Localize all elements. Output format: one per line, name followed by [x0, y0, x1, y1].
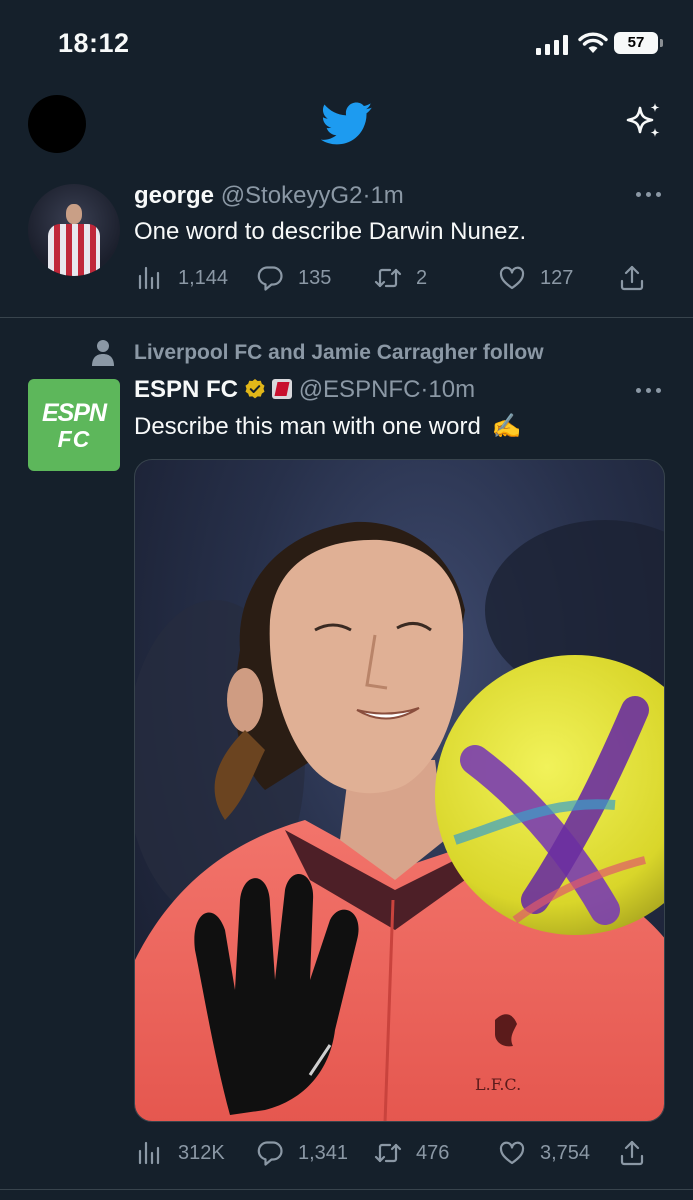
espn-e-icon[interactable]	[272, 378, 293, 399]
reply-button[interactable]: 135	[256, 263, 331, 293]
handle[interactable]: @ESPNFC	[299, 376, 421, 403]
espn-logo-subtext: FC	[57, 426, 91, 452]
share-icon	[620, 1140, 644, 1166]
tweet-text: Describe this man with one word ✍️	[134, 412, 521, 441]
reply-count: 1,341	[298, 1141, 349, 1164]
more-icon[interactable]	[636, 388, 662, 396]
tweet-media-image[interactable]: L.F.C.	[134, 459, 665, 1122]
reply-count: 135	[298, 266, 332, 289]
reply-icon	[257, 1141, 283, 1166]
sparkle-icon[interactable]	[622, 100, 666, 144]
like-button[interactable]: 3,754	[498, 1138, 590, 1168]
tweet-actions: 1,144 135 2 127	[136, 263, 656, 293]
timestamp[interactable]: 10m	[428, 376, 475, 403]
tweet-text-body: Describe this man with one word	[134, 413, 481, 440]
tweet[interactable]: Liverpool FC and Jamie Carragher follow …	[0, 318, 693, 1190]
wifi-icon	[578, 32, 608, 53]
tweet-actions: 312K 1,341 476 3,754	[136, 1138, 656, 1168]
display-name[interactable]: george	[134, 182, 214, 209]
share-button[interactable]	[618, 1138, 646, 1168]
espn-logo-text: ESPN	[41, 399, 107, 427]
social-context-text[interactable]: Liverpool FC and Jamie Carragher follow	[134, 341, 544, 365]
twitter-bird-icon[interactable]	[321, 102, 373, 146]
retweet-icon	[374, 1143, 402, 1163]
retweet-count: 2	[416, 266, 428, 289]
retweet-icon	[374, 268, 402, 288]
views-icon	[138, 266, 160, 290]
retweet-button[interactable]: 476	[374, 1138, 449, 1168]
tweet-header: george @StokeyyG2·1m	[134, 182, 404, 210]
account-avatar[interactable]	[28, 95, 86, 153]
handle[interactable]: @StokeyyG2	[221, 182, 363, 209]
like-count: 3,754	[540, 1141, 591, 1164]
avatar[interactable]	[28, 184, 120, 276]
views-button[interactable]: 312K	[136, 1138, 225, 1168]
top-navigation	[0, 90, 693, 158]
person-icon	[92, 340, 114, 366]
signal-icon	[536, 35, 568, 55]
tweet-header: ESPN FC @ESPNFC·10m	[134, 376, 475, 404]
like-button[interactable]: 127	[498, 263, 573, 293]
retweet-count: 476	[416, 1141, 450, 1164]
player-photo: L.F.C.	[135, 520, 664, 1121]
views-icon	[138, 1141, 160, 1165]
more-icon[interactable]	[636, 192, 662, 200]
status-bar: 18:12 57	[0, 0, 693, 90]
display-name[interactable]: ESPN FC	[134, 376, 238, 403]
like-icon	[499, 266, 525, 290]
battery-icon: 57	[614, 32, 663, 54]
timestamp[interactable]: 1m	[370, 182, 403, 209]
avatar[interactable]: ESPN FC	[28, 379, 120, 471]
tweet[interactable]: george @StokeyyG2·1m One word to describ…	[0, 168, 693, 318]
views-count: 312K	[178, 1141, 225, 1164]
reply-icon	[257, 266, 283, 291]
like-icon	[499, 1141, 525, 1165]
views-button[interactable]: 1,144	[136, 263, 228, 293]
retweet-button[interactable]: 2	[374, 263, 427, 293]
share-icon	[620, 265, 644, 291]
verified-badge-icon[interactable]	[244, 378, 266, 400]
svg-text:L.F.C.: L.F.C.	[475, 1075, 521, 1094]
views-count: 1,144	[178, 266, 229, 289]
tweet-text: One word to describe Darwin Nunez.	[134, 218, 527, 245]
like-count: 127	[540, 266, 574, 289]
share-button[interactable]	[618, 263, 646, 293]
status-time: 18:12	[58, 28, 130, 58]
reply-button[interactable]: 1,341	[256, 1138, 348, 1168]
writing-hand-emoji: ✍️	[491, 413, 522, 440]
